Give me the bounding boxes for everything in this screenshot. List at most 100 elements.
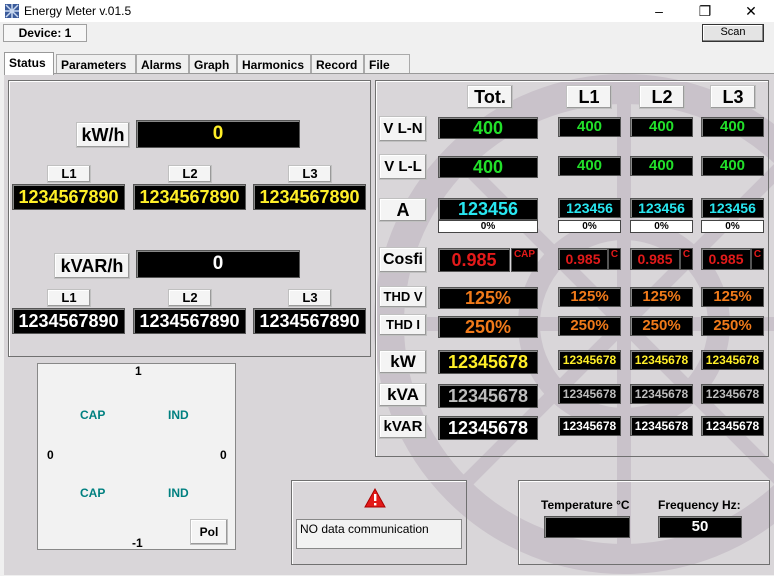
kvarh-l3-display: 1234567890 xyxy=(253,308,366,334)
amps-l1-display: 123456 xyxy=(558,198,621,218)
row-label-thdi: THD I xyxy=(379,314,427,336)
tab-record[interactable]: Record xyxy=(311,54,364,74)
close-icon[interactable]: ✕ xyxy=(728,0,774,22)
quadrant-ind-upper: IND xyxy=(168,408,189,422)
kwh-label: kW/h xyxy=(76,122,130,148)
quadrant-top-label: 1 xyxy=(135,364,142,378)
kvar-total-display: 12345678 xyxy=(438,416,538,440)
row-label-cosfi: Cosfi xyxy=(379,247,427,273)
vln-l3-display: 400 xyxy=(701,117,764,137)
amps-total-display: 123456 xyxy=(438,198,538,220)
thdi-total-display: 250% xyxy=(438,316,538,338)
tab-graph[interactable]: Graph xyxy=(189,54,237,74)
kvarh-label: kVAR/h xyxy=(54,253,130,279)
amps-l1-percent: 0% xyxy=(558,220,621,233)
kvarh-total-display: 0 xyxy=(136,250,300,278)
kwh-l1-display: 1234567890 xyxy=(12,184,125,210)
kw-l2-display: 12345678 xyxy=(630,350,693,370)
kwh-l1-label: L1 xyxy=(47,165,91,183)
amps-total-percent: 0% xyxy=(438,220,538,233)
pol-button[interactable]: Pol xyxy=(190,519,228,545)
amps-l3-percent: 0% xyxy=(701,220,764,233)
cosfi-l3-cap-tag: C xyxy=(751,248,764,270)
cosfi-l2-display: 0.985 xyxy=(630,248,680,270)
window-title: Energy Meter v.01.5 xyxy=(24,4,132,18)
kwh-l3-label: L3 xyxy=(288,165,332,183)
thdv-l2-display: 125% xyxy=(630,287,693,307)
thdi-l1-display: 250% xyxy=(558,316,621,336)
kvarh-l3-label: L3 xyxy=(288,289,332,307)
kva-l3-display: 12345678 xyxy=(701,384,764,404)
kvar-l3-display: 12345678 xyxy=(701,416,764,436)
vll-l3-display: 400 xyxy=(701,156,764,176)
amps-l2-display: 123456 xyxy=(630,198,693,218)
quadrant-ind-lower: IND xyxy=(168,486,189,500)
amps-l3-display: 123456 xyxy=(701,198,764,218)
kwh-total-display: 0 xyxy=(136,120,300,148)
row-label-kva: kVA xyxy=(379,383,427,407)
tab-alarms[interactable]: Alarms xyxy=(136,54,189,74)
thdv-l1-display: 125% xyxy=(558,287,621,307)
tab-harmonics[interactable]: Harmonics xyxy=(237,54,311,74)
temperature-display xyxy=(544,516,630,538)
scan-button[interactable]: Scan xyxy=(702,24,764,42)
amps-l2-percent: 0% xyxy=(630,220,693,233)
kvarh-l2-display: 1234567890 xyxy=(133,308,246,334)
status-message: NO data communication xyxy=(296,519,462,549)
column-header-l1: L1 xyxy=(566,85,612,109)
tab-parameters[interactable]: Parameters xyxy=(56,54,136,74)
kva-l2-display: 12345678 xyxy=(630,384,693,404)
cosfi-l2-cap-tag: C xyxy=(680,248,693,270)
row-label-vll: V L-L xyxy=(379,154,427,180)
kvarh-l1-display: 1234567890 xyxy=(12,308,125,334)
frequency-label: Frequency Hz: xyxy=(658,498,741,512)
kva-total-display: 12345678 xyxy=(438,384,538,408)
kvarh-l2-label: L2 xyxy=(168,289,212,307)
quadrant-bottom-label: -1 xyxy=(132,536,143,550)
quadrant-left-label: 0 xyxy=(47,448,54,462)
temperature-label: Temperature °C xyxy=(541,498,630,512)
kva-l1-display: 12345678 xyxy=(558,384,621,404)
kwh-l2-display: 1234567890 xyxy=(133,184,246,210)
quadrant-right-label: 0 xyxy=(220,448,227,462)
row-label-thdv: THD V xyxy=(379,286,427,308)
device-label: Device: 1 xyxy=(3,24,87,42)
thdv-l3-display: 125% xyxy=(701,287,764,307)
frequency-display: 50 xyxy=(658,516,742,538)
cosfi-total-cap-tag: CAP xyxy=(511,248,538,272)
kvar-l2-display: 12345678 xyxy=(630,416,693,436)
title-bar: Energy Meter v.01.5 – ❐ ✕ xyxy=(0,0,774,22)
tab-file[interactable]: File xyxy=(364,54,410,74)
quadrant-cap-upper: CAP xyxy=(80,408,106,422)
column-header-l3: L3 xyxy=(710,85,756,109)
kwh-l3-display: 1234567890 xyxy=(253,184,366,210)
kvarh-l1-label: L1 xyxy=(47,289,91,307)
maximize-icon[interactable]: ❐ xyxy=(682,0,728,22)
thdi-l3-display: 250% xyxy=(701,316,764,336)
kw-total-display: 12345678 xyxy=(438,350,538,374)
row-label-kw: kW xyxy=(379,350,427,374)
row-label-kvar: kVAR xyxy=(379,415,427,439)
minimize-icon[interactable]: – xyxy=(636,0,682,22)
vln-total-display: 400 xyxy=(438,117,538,139)
vln-l2-display: 400 xyxy=(630,117,693,137)
cosfi-total-display: 0.985 xyxy=(438,248,510,272)
thdv-total-display: 125% xyxy=(438,287,538,309)
kvar-l1-display: 12345678 xyxy=(558,416,621,436)
quadrant-cap-lower: CAP xyxy=(80,486,106,500)
vll-l2-display: 400 xyxy=(630,156,693,176)
tab-status[interactable]: Status xyxy=(4,52,54,75)
row-label-vln: V L-N xyxy=(379,116,427,142)
app-icon xyxy=(4,3,20,19)
kwh-l2-label: L2 xyxy=(168,165,212,183)
row-label-amps: A xyxy=(379,198,427,222)
column-header-l2: L2 xyxy=(639,85,685,109)
warning-icon xyxy=(364,487,386,513)
vll-l1-display: 400 xyxy=(558,156,621,176)
vln-l1-display: 400 xyxy=(558,117,621,137)
cosfi-l1-cap-tag: C xyxy=(608,248,621,270)
cosfi-l1-display: 0.985 xyxy=(558,248,608,270)
kw-l3-display: 12345678 xyxy=(701,350,764,370)
kw-l1-display: 12345678 xyxy=(558,350,621,370)
vll-total-display: 400 xyxy=(438,156,538,178)
